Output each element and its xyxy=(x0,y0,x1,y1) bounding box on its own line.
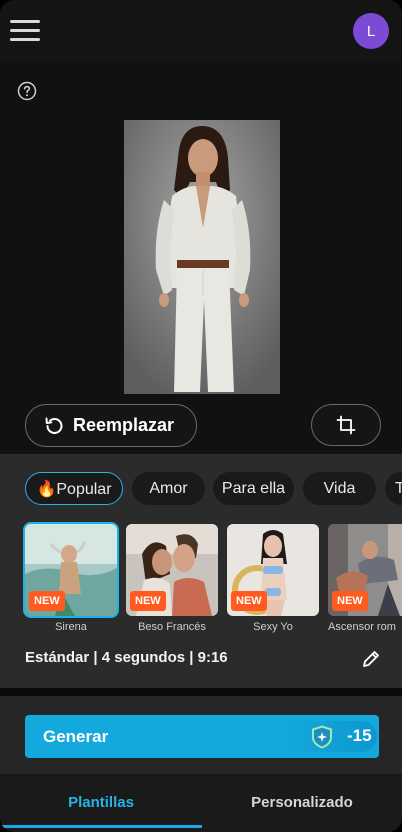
tab-personalizado[interactable]: Personalizado xyxy=(202,774,402,830)
chip-label: 🔥Popular xyxy=(36,480,112,498)
new-badge: NEW xyxy=(231,591,267,611)
credit-cost-value: -15 xyxy=(347,726,372,745)
section-divider xyxy=(0,688,402,696)
uploaded-photo xyxy=(124,120,280,394)
rotate-ccw-icon xyxy=(45,417,63,434)
replace-button[interactable]: Reemplazar xyxy=(25,404,197,447)
template-name: Sexy Yo xyxy=(253,621,293,633)
category-chip-vida[interactable]: Vida xyxy=(303,472,376,505)
generate-button[interactable]: Generar -15 xyxy=(25,715,379,758)
crop-button[interactable] xyxy=(311,404,381,446)
template-card-sexy-yo[interactable]: NEW xyxy=(227,524,319,616)
chip-label: Para ella xyxy=(221,479,286,497)
credit-cost: -15 xyxy=(277,721,377,752)
avatar-initial: L xyxy=(366,22,376,40)
person-photo-illustration xyxy=(124,120,280,394)
template-card-sirena[interactable]: NEW xyxy=(25,524,117,616)
template-name: Sirena xyxy=(55,621,87,633)
new-badge: NEW xyxy=(332,591,368,611)
template-name: Ascensor rom xyxy=(328,621,396,633)
generation-settings-summary: Estándar | 4 segundos | 9:16 xyxy=(25,649,228,666)
pencil-icon[interactable] xyxy=(360,648,382,670)
category-chip-amor[interactable]: Amor xyxy=(132,472,205,505)
category-chip-popular[interactable]: 🔥Popular xyxy=(25,472,123,505)
generate-button-label: Generar xyxy=(43,726,109,746)
chip-label: Amor xyxy=(149,479,188,497)
tab-label: Plantillas xyxy=(68,793,134,811)
template-card-beso-frances[interactable]: NEW xyxy=(126,524,218,616)
new-badge: NEW xyxy=(29,591,65,611)
bottom-tab-bar: Plantillas Personalizado xyxy=(0,774,402,832)
chip-label: T xyxy=(395,479,402,497)
category-chip-para-ella[interactable]: Para ella xyxy=(213,472,294,505)
chip-label: Vida xyxy=(323,479,356,497)
top-bar: L xyxy=(0,0,402,62)
active-tab-indicator xyxy=(0,825,202,828)
template-card-ascensor[interactable]: NEW xyxy=(328,524,402,616)
tab-plantillas[interactable]: Plantillas xyxy=(0,774,202,830)
hamburger-menu-icon[interactable] xyxy=(10,18,42,44)
tab-label: Personalizado xyxy=(251,793,353,811)
template-name: Beso Francés xyxy=(138,621,206,633)
new-badge: NEW xyxy=(130,591,166,611)
avatar[interactable]: L xyxy=(353,13,389,49)
question-circle-icon[interactable] xyxy=(17,81,37,101)
replace-button-label: Reemplazar xyxy=(73,415,175,435)
app-root: L Reemplazar 🔥Popular Amor Para ella Vid… xyxy=(0,0,402,832)
credit-shield-icon xyxy=(312,725,332,749)
crop-icon xyxy=(336,415,356,435)
